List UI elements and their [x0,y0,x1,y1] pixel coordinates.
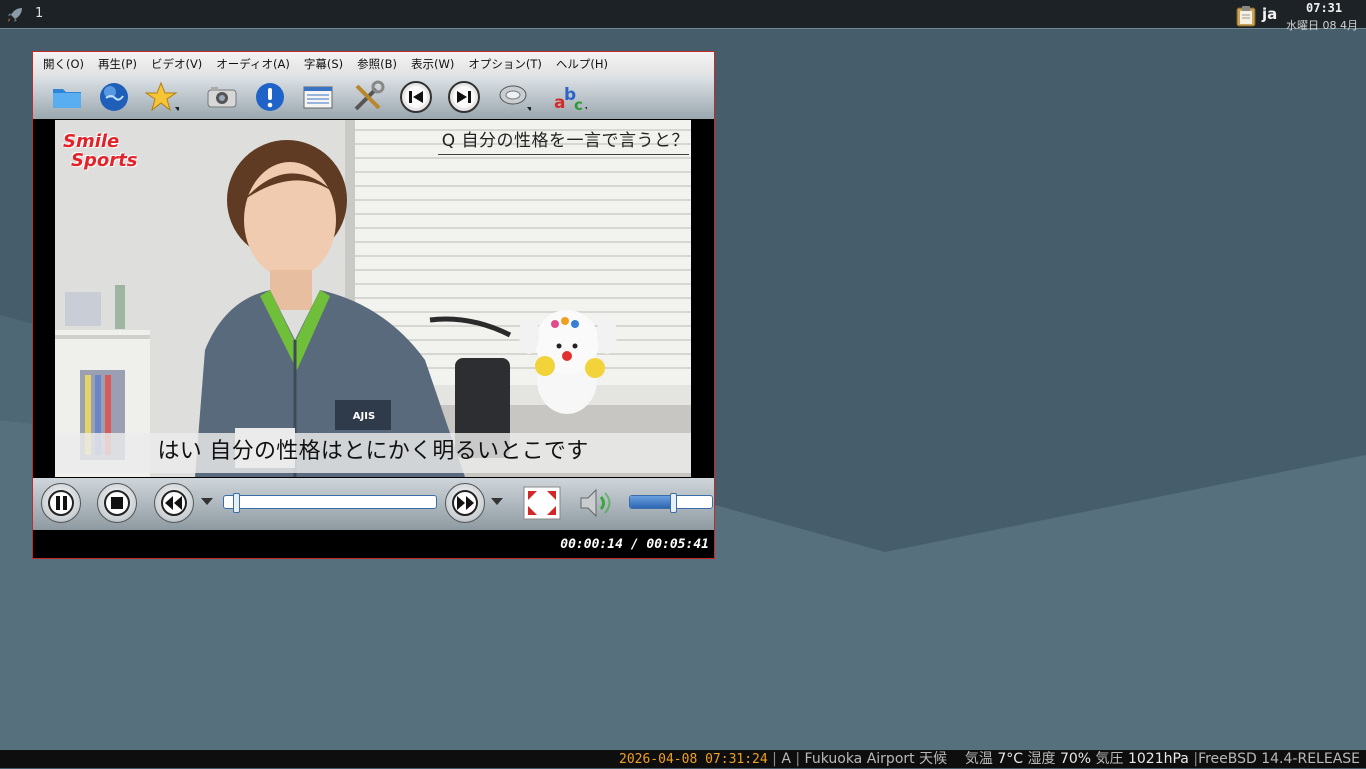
stop-button[interactable] [97,483,137,523]
panel-clock-date: 水曜日 08 4月 [1286,19,1358,32]
clipboard-icon[interactable] [1235,5,1257,27]
fullscreen-icon [523,486,561,520]
toolbar: abc [33,75,714,119]
media-player-window[interactable]: 開く(O) 再生(P) ビデオ(V) オーディオ(A) 字幕(S) 参照(B) … [32,51,715,559]
status-location: Fukuoka Airport 天候 [804,751,948,767]
menu-play[interactable]: 再生(P) [91,56,144,72]
menu-bar: 開く(O) 再生(P) ビデオ(V) オーディオ(A) 字幕(S) 参照(B) … [33,52,714,75]
menu-browse[interactable]: 参照(B) [350,56,404,72]
info-icon[interactable] [253,80,287,114]
humidity-label: 湿度 [1027,751,1056,767]
menu-audio[interactable]: オーディオ(A) [209,56,297,72]
tools-icon[interactable] [351,80,385,114]
menu-options[interactable]: オプション(T) [461,56,549,72]
seek-slider[interactable] [223,493,437,513]
rocket-icon[interactable] [5,5,25,25]
svg-text:c: c [574,96,583,114]
globe-icon[interactable] [97,80,131,114]
video-display[interactable]: AJIS Smile Sports Q 自分の性格を一言で言うと？ はい 自分の… [55,120,691,477]
temp-value: 7°C [997,751,1024,767]
menu-help[interactable]: ヘルプ(H) [549,56,615,72]
playlist-icon[interactable] [301,80,335,114]
fast-forward-icon [452,490,478,516]
pause-icon [48,490,74,516]
camera-icon[interactable] [205,80,239,114]
volume-icon [580,488,611,518]
menu-video[interactable]: ビデオ(V) [144,56,209,72]
menu-subtitles[interactable]: 字幕(S) [297,56,350,72]
timecode: 00:00:14 / 00:05:41 [560,537,709,552]
channel-logo: Smile Sports [63,132,137,170]
workspace-indicator[interactable]: 1 [35,6,43,21]
status-os: FreeBSD 14.4-RELEASE [1198,751,1360,767]
bottom-status-bar: 2026-04-08 07:31:24 | A | Fukuoka Airpor… [0,750,1366,768]
fast-forward-button[interactable] [445,483,485,523]
volume-slider[interactable] [629,493,713,513]
temp-label: 気温 [964,751,993,767]
status-mode: A [781,751,791,767]
top-panel: 1 ja 07:31 水曜日 08 4月 [0,0,1366,32]
pause-button[interactable] [41,483,81,523]
menu-open[interactable]: 開く(O) [36,56,91,72]
star-icon[interactable] [145,80,179,114]
logo-line-2: Sports [71,150,138,171]
previous-icon[interactable] [399,80,433,114]
seek-handle[interactable] [233,493,240,513]
next-icon[interactable] [447,80,481,114]
volume-handle[interactable] [670,493,677,513]
folder-icon[interactable] [50,80,84,114]
humidity-value: 70% [1059,751,1092,767]
rewind-button[interactable] [154,483,194,523]
pressure-label: 気圧 [1095,751,1124,767]
input-language-indicator[interactable]: ja [1262,5,1277,23]
logo-line-1: Smile [63,131,120,152]
playback-controls [33,478,714,530]
video-frame: AJIS [55,120,691,477]
question-caption: Q 自分の性格を一言で言うと？ [437,126,689,155]
fast-forward-dropdown-icon[interactable] [491,498,503,505]
mute-button[interactable] [577,486,615,520]
stop-icon [104,490,130,516]
player-status-row: 00:00:14 / 00:05:41 [33,530,714,558]
rewind-dropdown-icon[interactable] [201,498,213,505]
panel-clock-time: 07:31 [1306,1,1343,15]
rewind-icon [161,490,187,516]
svg-text:AJIS: AJIS [353,411,375,422]
volume-fill [630,496,673,508]
subtitle-text: はい 自分の性格はとにかく明るいとこです [55,433,691,473]
abc-icon[interactable]: abc [553,80,587,114]
speaker-icon[interactable] [497,80,531,114]
status-datetime: 2026-04-08 07:31:24 [619,752,768,767]
fullscreen-button[interactable] [523,486,561,520]
pressure-value: 1021hPa [1127,751,1189,767]
menu-view[interactable]: 表示(W) [404,56,461,72]
